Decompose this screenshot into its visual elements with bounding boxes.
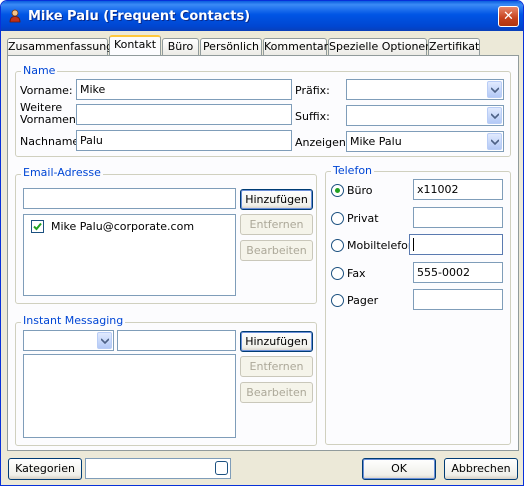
phone-radio-mobil[interactable] [331, 239, 344, 252]
vorname-label-text: Vorname: [20, 84, 73, 97]
close-button[interactable]: ✕ [498, 6, 519, 27]
button-label: Kategorien [15, 462, 75, 475]
vorname-label: Vorname: [20, 84, 73, 97]
button-label: Abbrechen [451, 462, 511, 475]
ok-button[interactable]: OK [362, 458, 436, 480]
tab-zertifikat[interactable]: Zertifikat [428, 38, 480, 55]
anzeigen-label: Anzeigen: [295, 136, 350, 149]
tab-label: Zertifikat [429, 40, 480, 53]
anzeigen-select[interactable]: Mike Palu [346, 131, 504, 152]
phone-radio-fax[interactable] [331, 267, 344, 280]
suffix-select[interactable] [346, 105, 504, 126]
im-service-select[interactable] [23, 330, 114, 351]
anzeigen-value: Mike Palu [350, 135, 402, 148]
button-label: Bearbeiten [246, 386, 307, 399]
phone-group-legend: Telefon [331, 164, 375, 177]
tab-zusammenfassung[interactable]: Zusammenfassung [7, 38, 113, 55]
phone-label-fax[interactable]: Fax [347, 268, 366, 280]
contact-dialog: Mike Palu (Frequent Contacts) ✕ Zusammen… [0, 0, 524, 486]
email-input[interactable] [23, 188, 236, 209]
list-item[interactable]: Mike Palu@corporate.com [24, 218, 235, 234]
cancel-button[interactable]: Abbrechen [444, 458, 518, 480]
button-label: Entfernen [249, 218, 304, 231]
phone-label-mobil[interactable]: Mobiltelefon [347, 240, 415, 252]
praefix-label: Präfix: [295, 84, 330, 97]
email-address: Mike Palu@corporate.com [51, 220, 195, 233]
name-group-legend: Name [21, 64, 58, 77]
tab-label: Spezielle Optionen [329, 40, 433, 53]
tab-label: Kontakt [113, 38, 157, 51]
phone-label-buero[interactable]: Büro [347, 185, 373, 197]
button-label: Hinzufügen [245, 193, 308, 206]
close-icon: ✕ [503, 9, 514, 24]
text-cursor [413, 238, 414, 251]
phone-radio-pager[interactable] [331, 294, 344, 307]
im-remove-button[interactable]: Entfernen [240, 356, 313, 377]
email-checkbox[interactable] [31, 220, 44, 233]
nachname-label: Nachname: [20, 135, 83, 148]
suffix-label: Suffix: [295, 110, 330, 123]
button-label: OK [391, 462, 407, 475]
checkmark-icon [33, 222, 42, 231]
phone-value-buero: x11002 [417, 183, 459, 196]
tab-persoenlich[interactable]: Persönlich [200, 38, 262, 55]
email-list[interactable]: Mike Palu@corporate.com [23, 214, 236, 296]
tab-panel-kontakt: Name Vorname: Mike Weitere Vornamen: Nac… [7, 55, 519, 451]
tab-label: Büro [167, 40, 194, 53]
im-edit-button[interactable]: Bearbeiten [240, 382, 313, 403]
tab-label: Kommentar [264, 40, 329, 53]
vorname-field[interactable]: Mike [76, 79, 292, 100]
tab-spezielle-optionen[interactable]: Spezielle Optionen [328, 38, 432, 55]
im-address-input[interactable] [117, 330, 236, 351]
chevron-down-icon[interactable] [487, 133, 502, 150]
phone-field-buero[interactable]: x11002 [413, 179, 503, 200]
praefix-select[interactable] [346, 79, 504, 100]
categories-button[interactable]: Kategorien [8, 458, 82, 480]
phone-label-privat[interactable]: Privat [347, 213, 379, 225]
phone-field-mobil[interactable] [409, 234, 503, 255]
weitere-label-line2: Vornamen: [20, 113, 80, 126]
email-remove-button[interactable]: Entfernen [240, 214, 313, 235]
chevron-down-icon[interactable] [487, 107, 502, 124]
vorname-value: Mike [80, 83, 106, 96]
phone-field-pager[interactable] [413, 289, 503, 310]
radio-selected-dot [335, 188, 340, 193]
nachname-value: Palu [80, 134, 103, 147]
button-label: Hinzufügen [245, 335, 308, 348]
contact-card-icon [9, 9, 21, 23]
window-title: Mike Palu (Frequent Contacts) [28, 9, 251, 24]
phone-field-fax[interactable]: 555-0002 [413, 262, 503, 283]
im-group-legend: Instant Messaging [21, 314, 126, 327]
categories-checkbox[interactable] [215, 461, 228, 475]
tab-label: Zusammenfassung [8, 40, 114, 53]
phone-field-privat[interactable] [413, 207, 503, 228]
button-label: Entfernen [249, 360, 304, 373]
email-add-button[interactable]: Hinzufügen [240, 189, 313, 210]
title-bar[interactable]: Mike Palu (Frequent Contacts) ✕ [1, 1, 523, 31]
nachname-field[interactable]: Palu [76, 130, 292, 151]
categories-field[interactable] [85, 458, 231, 479]
chevron-down-icon[interactable] [97, 332, 112, 349]
email-edit-button[interactable]: Bearbeiten [240, 240, 313, 261]
tab-label: Persönlich [202, 40, 260, 53]
tab-kontakt[interactable]: Kontakt [109, 35, 161, 55]
tab-kommentar[interactable]: Kommentar [263, 38, 329, 55]
im-add-button[interactable]: Hinzufügen [240, 331, 313, 352]
phone-radio-buero[interactable] [331, 184, 344, 197]
phone-radio-privat[interactable] [331, 212, 344, 225]
tab-buero[interactable]: Büro [162, 38, 199, 55]
phone-label-pager[interactable]: Pager [347, 295, 378, 307]
chevron-down-icon[interactable] [487, 81, 502, 98]
button-label: Bearbeiten [246, 244, 307, 257]
phone-value-fax: 555-0002 [417, 266, 470, 279]
weitere-vornamen-field[interactable] [76, 104, 292, 125]
email-group-legend: Email-Adresse [21, 166, 103, 179]
im-list[interactable] [23, 354, 236, 438]
